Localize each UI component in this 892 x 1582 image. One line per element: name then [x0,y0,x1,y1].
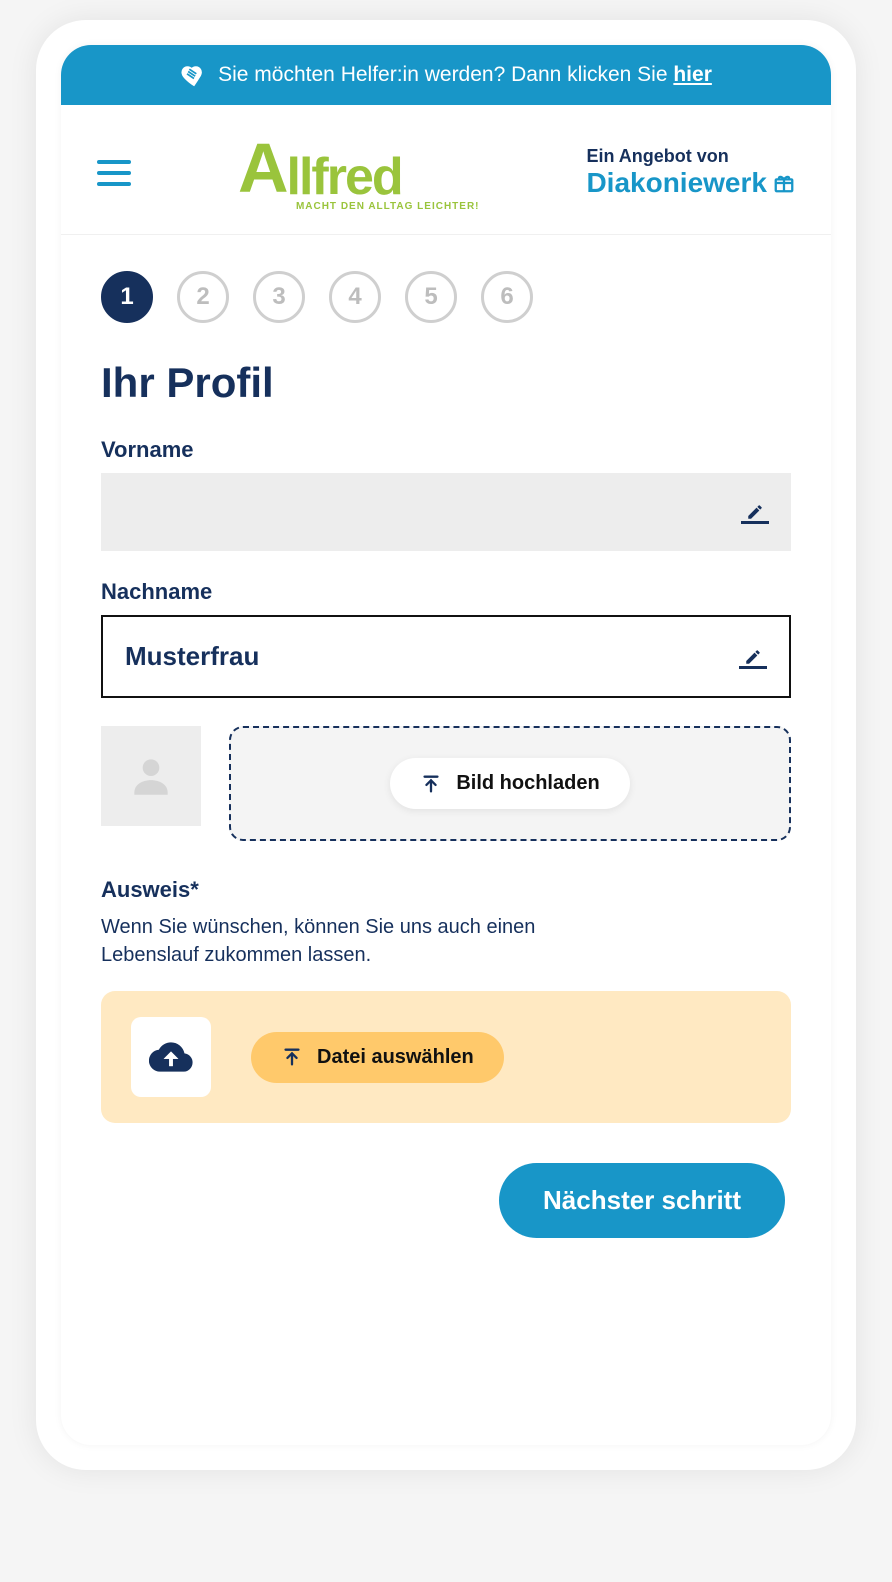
banner-link[interactable]: hier [673,63,712,86]
choose-file-button[interactable]: Datei auswählen [251,1032,504,1083]
heart-hands-icon [180,61,208,89]
file-upload-card: Datei auswählen [101,991,791,1123]
step-6[interactable]: 6 [481,271,533,323]
partner-badge: Ein Angebot von Diakoniewerk [586,146,795,199]
cloud-upload-icon-box [131,1017,211,1097]
helper-banner[interactable]: Sie möchten Helfer:in werden? Dann klick… [61,45,831,105]
step-5[interactable]: 5 [405,271,457,323]
image-upload-row: Bild hochladen [101,726,791,841]
edit-icon[interactable] [739,645,767,669]
step-1[interactable]: 1 [101,271,153,323]
page-title: Ihr Profil [101,359,791,407]
cloud-upload-icon [149,1035,193,1079]
partner-bottom-text: Diakoniewerk [586,167,767,199]
upload-arrow-icon [420,773,442,795]
ausweis-description: Wenn Sie wünschen, können Sie uns auch e… [101,913,561,969]
phone-frame: Sie möchten Helfer:in werden? Dann klick… [36,20,856,1470]
nachname-input[interactable]: Musterfrau [101,615,791,698]
vorname-input[interactable] [101,473,791,551]
nachname-value: Musterfrau [125,641,259,672]
allfred-logo: Allfred MACHT DEN ALLTAG LEICHTER! [238,133,480,212]
vorname-field: Vorname [101,437,791,551]
nachname-field: Nachname Musterfrau [101,579,791,698]
step-4[interactable]: 4 [329,271,381,323]
next-step-button[interactable]: Nächster schritt [499,1163,785,1238]
menu-button[interactable] [97,160,131,186]
ausweis-label: Ausweis* [101,877,791,903]
step-2[interactable]: 2 [177,271,229,323]
banner-text: Sie möchten Helfer:in werden? Dann klick… [218,63,673,86]
person-icon [126,751,176,801]
main-content: 1 2 3 4 5 6 Ihr Profil Vorname Nachname [61,235,831,1274]
partner-top-text: Ein Angebot von [586,146,795,167]
choose-file-label: Datei auswählen [317,1046,474,1069]
upload-image-label: Bild hochladen [456,772,599,795]
avatar-placeholder [101,726,201,826]
edit-icon[interactable] [741,500,769,524]
step-3[interactable]: 3 [253,271,305,323]
logo-text: llfred [287,151,402,203]
image-dropzone[interactable]: Bild hochladen [229,726,791,841]
step-indicator: 1 2 3 4 5 6 [101,271,791,323]
logo-slogan: MACHT DEN ALLTAG LEICHTER! [296,201,480,212]
nachname-label: Nachname [101,579,791,605]
vorname-label: Vorname [101,437,791,463]
upload-image-button[interactable]: Bild hochladen [390,758,629,809]
phone-screen: Sie möchten Helfer:in werden? Dann klick… [61,45,831,1445]
upload-arrow-icon [281,1046,303,1068]
gift-icon [773,172,795,194]
app-header: Allfred MACHT DEN ALLTAG LEICHTER! Ein A… [61,105,831,235]
